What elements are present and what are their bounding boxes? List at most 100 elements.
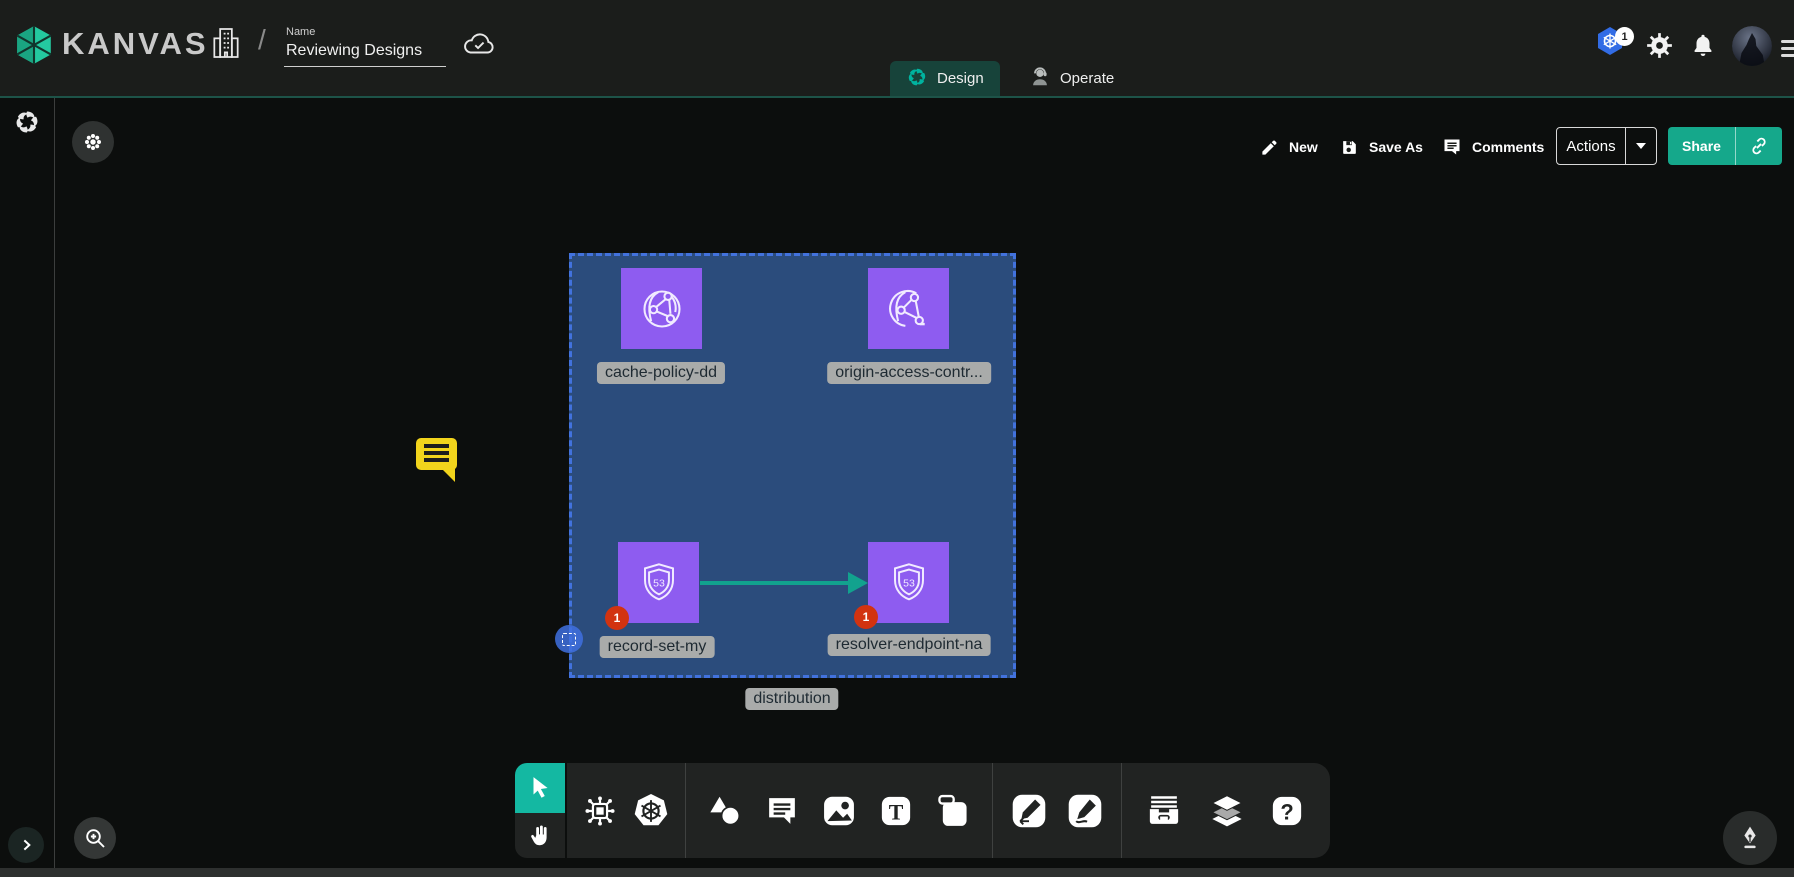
- actions-button[interactable]: Actions: [1556, 127, 1657, 165]
- note-icon: [934, 792, 972, 830]
- svg-text:T: T: [889, 800, 904, 824]
- edge-record-to-resolver[interactable]: [700, 581, 850, 585]
- save-icon: [1340, 138, 1359, 157]
- comment-line: [424, 451, 449, 455]
- text-tool-button[interactable]: T: [878, 793, 914, 829]
- gear-icon: [1646, 32, 1673, 59]
- text-icon: T: [878, 793, 914, 829]
- node-record-set[interactable]: 53: [618, 542, 699, 623]
- user-avatar[interactable]: [1732, 26, 1772, 66]
- caret-down-icon: [1635, 142, 1647, 150]
- tab-operate-label: Operate: [1060, 70, 1114, 87]
- canvas-comment-marker[interactable]: [416, 438, 457, 470]
- group-action-handle[interactable]: [555, 625, 583, 653]
- header-bar: KANVAS / Name: [0, 0, 1794, 96]
- node-label[interactable]: cache-policy-dd: [597, 362, 725, 384]
- comment-line: [424, 458, 449, 462]
- comments-label: Comments: [1472, 139, 1544, 155]
- copy-link-segment[interactable]: [1735, 127, 1782, 165]
- drawer-tool-button[interactable]: [1144, 793, 1184, 829]
- integrations-tool-button[interactable]: [582, 793, 618, 829]
- pan-tool-button[interactable]: [515, 813, 565, 858]
- comments-button[interactable]: Comments: [1436, 128, 1550, 166]
- left-sidebar: [0, 98, 55, 868]
- pencil-scribble-icon: [1066, 792, 1104, 830]
- toolbar-section-organize: ?: [1122, 763, 1327, 858]
- notifications-button[interactable]: [1690, 31, 1716, 62]
- edge-pen-tool-button[interactable]: [1010, 792, 1048, 830]
- node-label[interactable]: record-set-my: [600, 636, 715, 658]
- zoom-in-icon: [83, 826, 107, 850]
- new-label: New: [1289, 139, 1318, 155]
- comment-icon: [1442, 137, 1462, 157]
- settings-button[interactable]: [1646, 32, 1673, 62]
- comment-tool-button[interactable]: [764, 793, 800, 829]
- chevron-right-icon: [16, 835, 36, 855]
- route53-shield-icon: 53: [881, 555, 937, 611]
- cloud-saved-icon: [462, 30, 496, 63]
- tab-design[interactable]: Design: [890, 61, 1000, 96]
- dashed-square-icon: [562, 633, 576, 646]
- node-label[interactable]: origin-access-contr...: [827, 362, 991, 384]
- node-origin-access-control[interactable]: [868, 268, 949, 349]
- node-issue-badge[interactable]: 1: [605, 606, 629, 630]
- tab-operate[interactable]: Operate: [1013, 61, 1130, 96]
- share-label: Share: [1668, 127, 1735, 165]
- svg-text:53: 53: [903, 577, 915, 589]
- cursor-icon: [527, 775, 553, 801]
- save-as-label: Save As: [1369, 139, 1423, 155]
- node-issue-badge[interactable]: 1: [854, 605, 878, 629]
- comment-bubble-icon: [764, 793, 800, 829]
- image-icon: [820, 792, 858, 830]
- bottom-toolbar: T: [567, 763, 1330, 858]
- link-icon: [1749, 136, 1769, 156]
- actions-label: Actions: [1557, 128, 1625, 164]
- kubernetes-tool-button[interactable]: [632, 792, 670, 830]
- group-label[interactable]: distribution: [745, 688, 838, 710]
- freehand-pen-tool-button[interactable]: [1066, 792, 1104, 830]
- annotation-pen-button[interactable]: [1723, 811, 1777, 865]
- node-label[interactable]: resolver-endpoint-na: [828, 634, 991, 656]
- sidebar-expand-button[interactable]: [8, 827, 44, 863]
- toolbar-section-annotate: T: [686, 763, 992, 858]
- app-title: KANVAS: [62, 26, 209, 62]
- breadcrumb-separator: /: [258, 24, 266, 56]
- pen-arrow-icon: [1010, 792, 1048, 830]
- note-tool-button[interactable]: [934, 792, 972, 830]
- shapes-icon: [706, 792, 744, 830]
- select-tool-button[interactable]: [515, 763, 565, 813]
- design-name-input[interactable]: [284, 40, 446, 67]
- kubernetes-context-badge: 1: [1615, 27, 1634, 46]
- node-resolver-endpoint[interactable]: 53: [868, 542, 949, 623]
- comment-line: [424, 444, 449, 448]
- design-spiral-icon: [906, 66, 928, 92]
- help-tool-button[interactable]: ?: [1269, 793, 1305, 829]
- question-icon: ?: [1269, 793, 1305, 829]
- kanvas-logo-icon: [13, 24, 55, 71]
- meshery-spiral-icon[interactable]: [13, 108, 41, 141]
- chip-icon: [582, 793, 618, 829]
- comment-tail: [442, 469, 455, 482]
- actions-caret[interactable]: [1625, 128, 1656, 164]
- organization-icon[interactable]: [212, 26, 240, 65]
- bottom-edge-strip: [0, 868, 1794, 877]
- toolbar-section-infra: [567, 763, 685, 858]
- edge-arrowhead: [848, 572, 868, 594]
- tab-design-label: Design: [937, 70, 984, 87]
- node-cache-policy[interactable]: [621, 268, 702, 349]
- save-as-button[interactable]: Save As: [1334, 128, 1429, 166]
- extensions-button[interactable]: [72, 121, 114, 163]
- kubernetes-wheel-icon: [632, 792, 670, 830]
- zoom-in-button[interactable]: [74, 817, 116, 859]
- image-tool-button[interactable]: [820, 792, 858, 830]
- toolbar-mode-column: [515, 763, 565, 858]
- menu-icon[interactable]: [1781, 36, 1794, 61]
- layers-icon: [1207, 792, 1247, 830]
- layers-tool-button[interactable]: [1207, 792, 1247, 830]
- kanvas-app: KANVAS / Name: [0, 0, 1794, 877]
- new-button[interactable]: New: [1254, 128, 1324, 166]
- pencil-icon: [1260, 138, 1279, 157]
- cloudfront-globe-icon: [880, 280, 938, 338]
- share-button[interactable]: Share: [1668, 127, 1782, 165]
- shapes-tool-button[interactable]: [706, 792, 744, 830]
